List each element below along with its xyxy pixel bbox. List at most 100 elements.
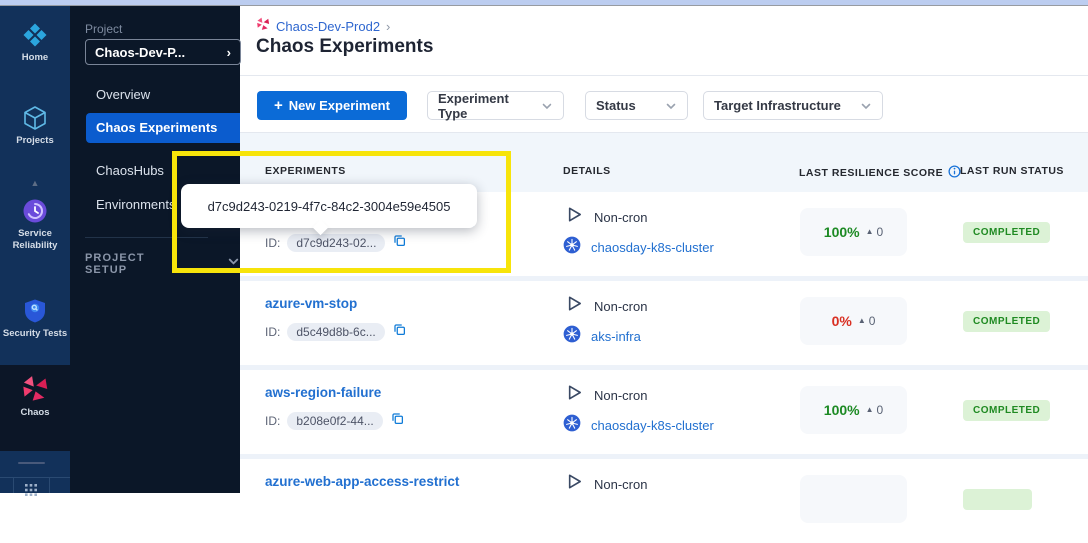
- sidebar-item-overview[interactable]: Overview: [70, 84, 240, 106]
- resilience-score: 100% ▲0: [800, 208, 907, 256]
- resilience-score: 0% ▲0: [800, 297, 907, 345]
- copy-icon[interactable]: [392, 233, 407, 253]
- score-delta: ▲0: [858, 314, 876, 328]
- column-header-experiments: EXPERIMENTS: [265, 165, 346, 177]
- kubernetes-icon: [563, 236, 581, 259]
- plus-icon: +: [274, 97, 283, 114]
- column-header-last-run-status: LAST RUN STATUS: [960, 165, 1064, 177]
- rail-item-projects[interactable]: Projects: [0, 105, 70, 147]
- triangle-up-icon: ▲: [866, 406, 874, 414]
- id-label: ID:: [265, 236, 280, 250]
- copy-icon[interactable]: [392, 322, 407, 342]
- table-row: azure-vm-stop ID: d5c49d8b-6c... Non-cro…: [240, 281, 1088, 365]
- column-header-score: LAST RESILIENCE SCORE: [799, 165, 961, 181]
- top-accent-strip: [0, 0, 1088, 6]
- experiment-id-chip[interactable]: b208e0f2-44...: [287, 412, 382, 430]
- project-selector-value: Chaos-Dev-P...: [95, 45, 185, 60]
- kubernetes-icon: [563, 325, 581, 348]
- sidebar-divider: [85, 237, 208, 238]
- infrastructure-cell: chaosday-k8s-cluster: [563, 236, 714, 259]
- sidebar-item-chaoshubs[interactable]: ChaosHubs: [70, 160, 240, 182]
- project-label: Project: [85, 22, 122, 36]
- grid-menu-icon[interactable]: [25, 483, 37, 501]
- rail-label-chaos: Chaos: [0, 407, 70, 419]
- experiment-id-line: ID: d7c9d243-02...: [265, 233, 407, 253]
- filter-status[interactable]: Status: [585, 91, 688, 120]
- schedule-cell: Non-cron: [563, 471, 647, 497]
- rail-divider: [18, 462, 45, 464]
- score-value: 0%: [832, 313, 852, 329]
- chevron-down-icon: [860, 100, 872, 112]
- infrastructure-cell: chaosday-k8s-cluster: [563, 414, 714, 437]
- triangle-up-icon: ▲: [858, 317, 866, 325]
- experiment-id-line: ID: d5c49d8b-6c...: [265, 322, 407, 342]
- copy-icon[interactable]: [390, 411, 405, 431]
- schedule-cell: Non-cron: [563, 293, 647, 319]
- play-icon: [563, 382, 584, 408]
- schedule-label: Non-cron: [594, 210, 647, 225]
- filter-status-label: Status: [596, 98, 636, 113]
- infrastructure-cell: aks-infra: [563, 325, 641, 348]
- infrastructure-link[interactable]: chaosday-k8s-cluster: [591, 418, 714, 433]
- new-experiment-button[interactable]: + New Experiment: [257, 91, 407, 120]
- id-tooltip-text: d7c9d243-0219-4f7c-84c2-3004e59e4505: [208, 199, 451, 214]
- id-label: ID:: [265, 325, 280, 339]
- table-row: azure-web-app-access-restrict Non-cron: [240, 459, 1088, 543]
- schedule-label: Non-cron: [594, 477, 647, 492]
- rail-item-home[interactable]: Home: [0, 22, 70, 64]
- status-badge: COMPLETED: [963, 222, 1050, 243]
- filter-target-infrastructure[interactable]: Target Infrastructure: [703, 91, 883, 120]
- triangle-up-icon: ▲: [866, 228, 874, 236]
- header-divider: [240, 75, 1088, 76]
- play-icon: [563, 204, 584, 230]
- experiment-id-line: ID: b208e0f2-44...: [265, 411, 405, 431]
- breadcrumb-project-link[interactable]: Chaos-Dev-Prod2: [276, 19, 380, 34]
- breadcrumb-chevron: ›: [386, 19, 390, 34]
- id-label: ID:: [265, 414, 280, 428]
- chevron-down-icon: [227, 255, 240, 273]
- infrastructure-link[interactable]: chaosday-k8s-cluster: [591, 240, 714, 255]
- experiment-name-link[interactable]: azure-vm-stop: [265, 296, 357, 311]
- project-setup-section[interactable]: PROJECT SETUP: [85, 252, 240, 276]
- id-tooltip: d7c9d243-0219-4f7c-84c2-3004e59e4505: [181, 184, 477, 228]
- filter-experiment-type-label: Experiment Type: [438, 91, 541, 121]
- resilience-score: 100% ▲0: [800, 386, 907, 434]
- chaos-icon: [0, 375, 70, 403]
- experiments-table: ID: d7c9d243-02... Non-cron chaosday-k8s…: [240, 192, 1088, 493]
- rail-scroll-up-icon[interactable]: ▲: [0, 178, 70, 188]
- rail-item-security-tests[interactable]: Security Tests: [0, 298, 70, 340]
- dock-separator: [13, 477, 14, 493]
- experiment-name-link[interactable]: aws-region-failure: [265, 385, 381, 400]
- project-selector[interactable]: Chaos-Dev-P... ›: [85, 39, 241, 65]
- status-badge: [963, 489, 1032, 510]
- experiment-id-chip[interactable]: d5c49d8b-6c...: [287, 323, 384, 341]
- score-delta: ▲0: [866, 403, 884, 417]
- rail-item-service-reliability[interactable]: ServiceReliability: [0, 198, 70, 252]
- service-reliability-icon: [0, 198, 70, 224]
- schedule-cell: Non-cron: [563, 382, 647, 408]
- rail-label-projects: Projects: [0, 135, 70, 147]
- chaos-logo-icon: [256, 17, 270, 36]
- chevron-down-icon: [541, 100, 553, 112]
- status-badge: COMPLETED: [963, 311, 1050, 332]
- dock-separator: [49, 477, 50, 493]
- column-header-details: DETAILS: [563, 165, 611, 177]
- resilience-score: [800, 475, 907, 523]
- experiment-id-chip[interactable]: d7c9d243-02...: [287, 234, 385, 252]
- schedule-label: Non-cron: [594, 388, 647, 403]
- rail-label-home: Home: [0, 52, 70, 64]
- experiment-name-link[interactable]: azure-web-app-access-restrict: [265, 474, 459, 489]
- play-icon: [563, 293, 584, 319]
- table-row: aws-region-failure ID: b208e0f2-44... No…: [240, 370, 1088, 454]
- chevron-right-icon: ›: [227, 45, 231, 60]
- infrastructure-link[interactable]: aks-infra: [591, 329, 641, 344]
- module-rail: Home Projects ▲ ServiceReliability Secur…: [0, 6, 70, 493]
- page-title: Chaos Experiments: [256, 36, 433, 58]
- sidebar-item-chaos-experiments[interactable]: Chaos Experiments: [86, 113, 240, 143]
- chevron-down-icon: [665, 100, 677, 112]
- schedule-cell: Non-cron: [563, 204, 647, 230]
- filter-target-infrastructure-label: Target Infrastructure: [714, 98, 841, 113]
- filter-experiment-type[interactable]: Experiment Type: [427, 91, 564, 120]
- app-window: { "icons": { "delta_up": "▲", "scroll_up…: [0, 0, 1088, 493]
- rail-item-chaos[interactable]: Chaos: [0, 375, 70, 419]
